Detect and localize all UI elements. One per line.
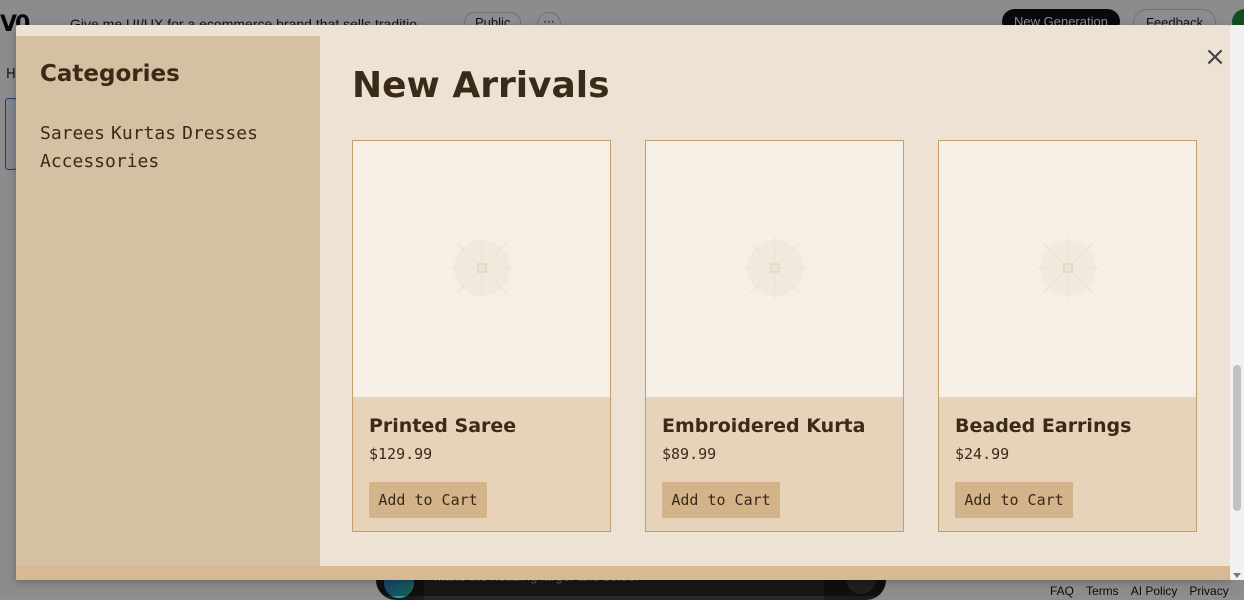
add-to-cart-button[interactable]: Add to Cart	[955, 482, 1073, 518]
categories-title: Categories	[40, 61, 180, 87]
scrollbar[interactable]	[1230, 25, 1244, 580]
image-placeholder-icon	[744, 237, 806, 299]
modal-bottom-strip	[16, 566, 1230, 580]
product-name: Printed Saree	[369, 415, 517, 437]
product-card: Printed Saree $129.99 Add to Cart	[352, 140, 611, 532]
category-link-sarees[interactable]: Sarees	[40, 123, 105, 144]
product-name: Embroidered Kurta	[662, 415, 866, 437]
product-image[interactable]	[646, 141, 903, 397]
product-image[interactable]	[353, 141, 610, 397]
image-placeholder-icon	[451, 237, 513, 299]
add-to-cart-button[interactable]: Add to Cart	[369, 482, 487, 518]
product-card: Beaded Earrings $24.99 Add to Cart	[938, 140, 1197, 532]
close-icon[interactable]: ×	[1204, 44, 1226, 70]
image-placeholder-icon	[1037, 237, 1099, 299]
scroll-down-arrow-icon[interactable]	[1233, 573, 1241, 578]
category-link-kurtas[interactable]: Kurtas	[111, 123, 176, 144]
category-link-dresses[interactable]: Dresses	[182, 123, 258, 144]
new-arrivals-title: New Arrivals	[352, 65, 610, 106]
category-list: Sarees Kurtas Dresses Accessories	[40, 120, 300, 176]
product-name: Beaded Earrings	[955, 415, 1132, 437]
product-price: $24.99	[955, 445, 1010, 463]
preview-modal: Categories Sarees Kurtas Dresses Accessorie…	[16, 25, 1230, 580]
scrollbar-thumb[interactable]	[1233, 365, 1241, 511]
product-price: $89.99	[662, 445, 717, 463]
product-image[interactable]	[939, 141, 1196, 397]
categories-sidebar: Categories Sarees Kurtas Dresses Accessorie…	[16, 36, 320, 566]
category-link-accessories[interactable]: Accessories	[40, 151, 159, 172]
product-price: $129.99	[369, 445, 433, 463]
add-to-cart-button[interactable]: Add to Cart	[662, 482, 780, 518]
product-card: Embroidered Kurta $89.99 Add to Cart	[645, 140, 904, 532]
